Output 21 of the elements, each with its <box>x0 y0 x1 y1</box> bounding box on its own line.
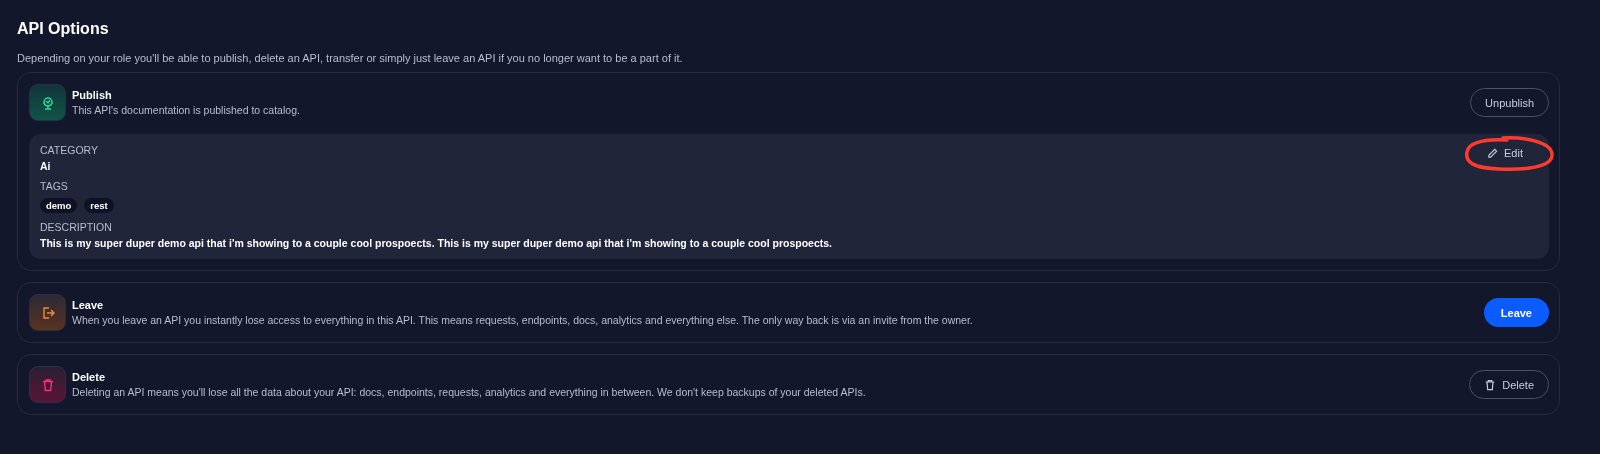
option-title: Delete <box>72 371 107 383</box>
tag-chip: rest <box>84 198 114 213</box>
category-value: Ai <box>40 160 52 172</box>
field-label: TAGS <box>40 180 69 192</box>
description-value: This is my super duper demo api that i'm showing to a couple cool prospoects. This is my super duper demo api that i'm showing to a couple cool prospoects. <box>40 237 834 249</box>
trash-icon <box>1484 378 1497 391</box>
field-label: DESCRIPTION <box>40 221 113 233</box>
page-title: API Options <box>17 19 110 39</box>
pencil-icon <box>1487 147 1499 159</box>
trash-icon <box>40 377 55 392</box>
page-description: Depending on your role you'll be able to publish, delete an API, transfer or simply just leave an API if you no longer want to be a part of it. <box>17 52 684 64</box>
option-title: Leave <box>72 299 105 311</box>
edit-button[interactable]: Edit <box>1483 144 1527 162</box>
tag-chip: demo <box>40 198 78 213</box>
option-title: Publish <box>72 89 113 101</box>
field-label: CATEGORY <box>40 144 99 156</box>
exit-icon <box>40 305 55 320</box>
option-description: Deleting an API means you'll lose all the data about your API: docs, endpoints, requests, analytics and everything in between. We don't keep backups of your deleted APIs. <box>72 386 867 398</box>
leave-button[interactable]: Leave <box>1483 298 1549 327</box>
option-description: This API's documentation is published to catalog. <box>72 104 301 116</box>
option-description: When you leave an API you instantly lose access to everything in this API. This means requests, endpoints, docs, analytics and everything else. The only way back is via an invite from the owner. <box>72 314 974 326</box>
